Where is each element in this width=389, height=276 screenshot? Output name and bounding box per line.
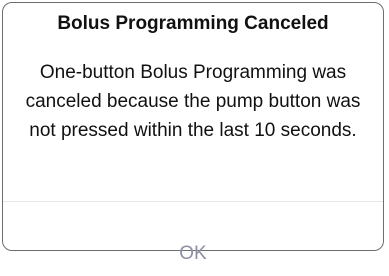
alert-message: One-button Bolus Programming was cancele…	[25, 62, 361, 141]
alert-dialog: Bolus Programming Canceled One-button Bo…	[2, 2, 384, 264]
ok-button[interactable]: OK	[3, 202, 383, 264]
alert-title: Bolus Programming Canceled	[57, 13, 329, 34]
